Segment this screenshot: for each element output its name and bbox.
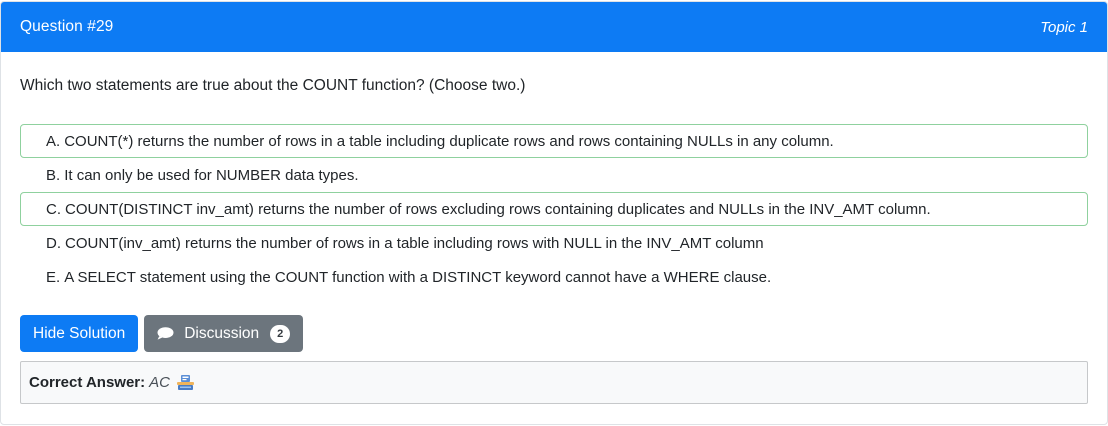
vote-distribution-icon[interactable] xyxy=(176,374,195,391)
choice-a[interactable]: A. COUNT(*) returns the number of rows i… xyxy=(20,124,1088,158)
choice-text: COUNT(*) returns the number of rows in a… xyxy=(64,132,834,150)
choice-d[interactable]: D. COUNT(inv_amt) returns the number of … xyxy=(20,226,1088,260)
choice-text: COUNT(DISTINCT inv_amt) returns the numb… xyxy=(65,200,931,218)
chat-bubble-icon xyxy=(157,327,174,340)
correct-answer-box: Correct Answer: AC xyxy=(20,361,1088,404)
topic-label: Topic 1 xyxy=(1040,18,1088,36)
question-number: Question #29 xyxy=(20,18,114,35)
discussion-count-badge: 2 xyxy=(270,324,291,343)
choice-text: COUNT(inv_amt) returns the number of row… xyxy=(65,234,764,252)
choice-b[interactable]: B. It can only be used for NUMBER data t… xyxy=(20,158,1088,192)
action-buttons: Hide Solution Discussion 2 xyxy=(20,315,304,352)
choice-c[interactable]: C. COUNT(DISTINCT inv_amt) returns the n… xyxy=(20,192,1088,226)
choice-letter: B. xyxy=(46,166,61,184)
choices-list: A. COUNT(*) returns the number of rows i… xyxy=(20,124,1088,294)
choice-letter: D. xyxy=(46,234,61,252)
question-text: Which two statements are true about the … xyxy=(20,77,526,94)
correct-answer-label: Correct Answer: xyxy=(29,374,146,391)
choice-e[interactable]: E. A SELECT statement using the COUNT fu… xyxy=(20,260,1088,294)
correct-answer-value: AC xyxy=(149,374,170,391)
hide-solution-button[interactable]: Hide Solution xyxy=(20,315,139,352)
choice-letter: A. xyxy=(46,132,61,150)
discussion-button[interactable]: Discussion 2 xyxy=(144,315,304,352)
choice-text: It can only be used for NUMBER data type… xyxy=(64,166,359,184)
question-card: Question #29 Topic 1 Which two statement… xyxy=(0,1,1108,425)
card-header: Question #29 Topic 1 xyxy=(1,2,1107,52)
choice-text: A SELECT statement using the COUNT funct… xyxy=(64,268,772,286)
choice-letter: C. xyxy=(46,200,61,218)
choice-letter: E. xyxy=(46,268,61,286)
discussion-label: Discussion xyxy=(184,324,260,342)
